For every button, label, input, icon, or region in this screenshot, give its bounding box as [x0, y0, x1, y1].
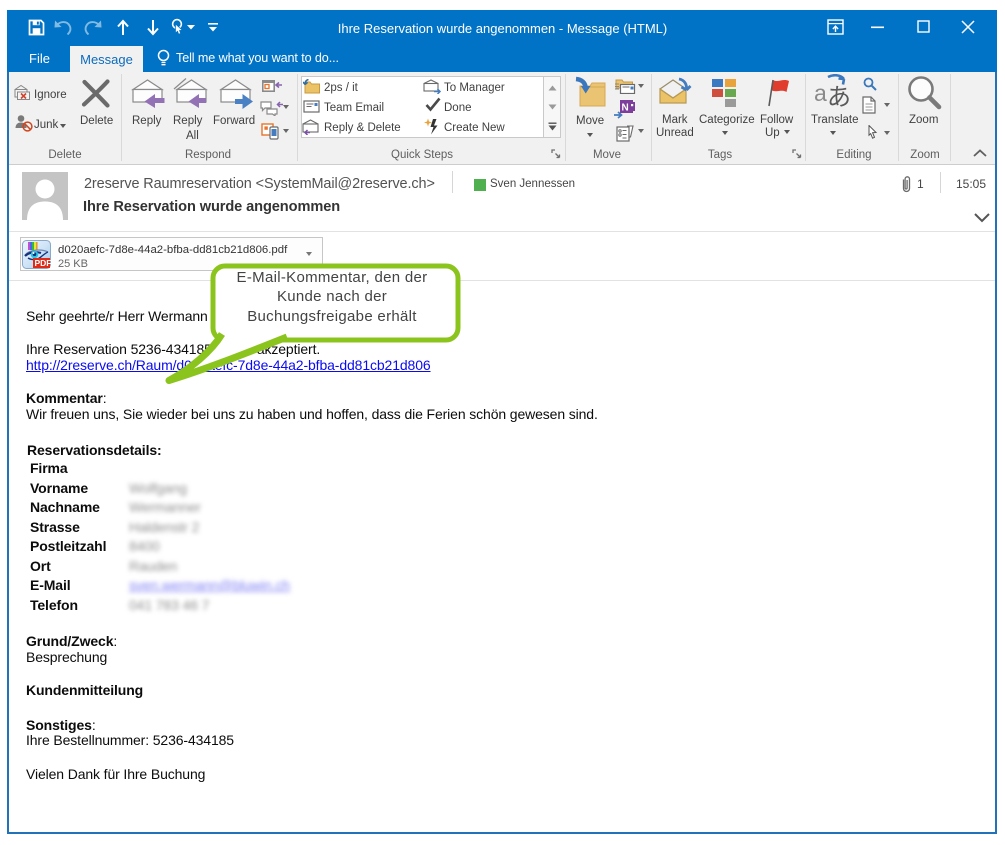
svg-text:a: a [814, 80, 827, 106]
svg-text:PDF: PDF [35, 258, 52, 268]
svg-text:あ: あ [827, 84, 851, 110]
svg-text:N: N [622, 103, 629, 114]
